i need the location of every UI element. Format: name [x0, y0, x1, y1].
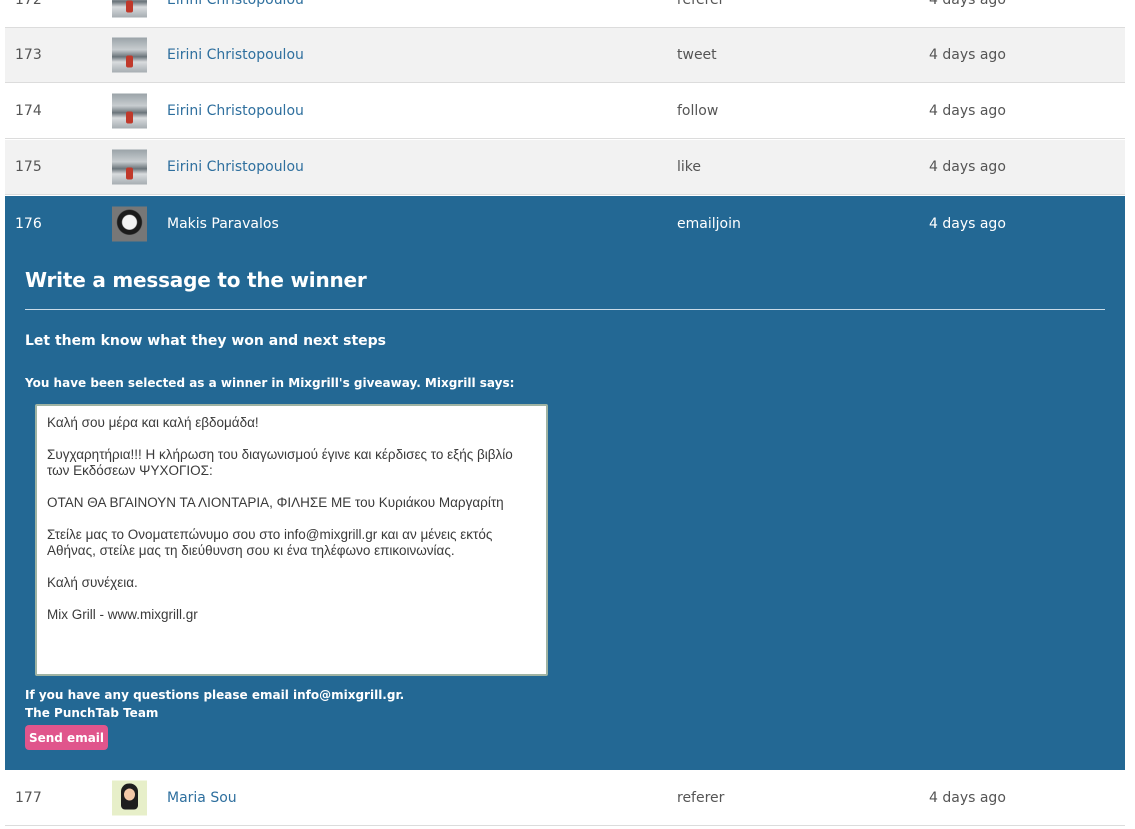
- message-line: Στείλε μας το Ονοματεπώνυμο σου στο info…: [47, 527, 493, 558]
- user-avatar: [112, 206, 147, 241]
- entry-time: 4 days ago: [929, 159, 1006, 175]
- table-row[interactable]: 175 Eirini Christopoulou like 4 days ago: [5, 140, 1125, 195]
- table-row[interactable]: 172 Eirini Christopoulou referer 4 days …: [5, 0, 1125, 28]
- message-line: Mix Grill - www.mixgrill.gr: [47, 607, 198, 622]
- user-name-link[interactable]: Eirini Christopoulou: [167, 47, 304, 63]
- entry-action: emailjoin: [677, 215, 741, 232]
- table-row-selected[interactable]: 176 Makis Paravalos emailjoin 4 days ago: [5, 196, 1125, 251]
- message-line: Συγχαρητήρια!!! Η κλήρωση του διαγωνισμο…: [47, 447, 513, 478]
- user-name-link[interactable]: Maria Sou: [167, 790, 237, 806]
- user-avatar: [112, 0, 147, 18]
- entry-action: like: [677, 159, 702, 175]
- user-avatar: [112, 780, 147, 816]
- message-line: Καλή σου μέρα και καλή εβδομάδα!: [47, 415, 259, 430]
- entry-number: 176: [15, 215, 42, 232]
- entry-number: 177: [15, 790, 42, 806]
- table-row[interactable]: 174 Eirini Christopoulou follow 4 days a…: [5, 84, 1125, 139]
- user-name-link[interactable]: Eirini Christopoulou: [167, 103, 304, 119]
- entry-time: 4 days ago: [929, 103, 1006, 119]
- entry-action: tweet: [677, 47, 717, 63]
- panel-subtitle: Let them know what they won and next ste…: [25, 333, 387, 349]
- entry-time: 4 days ago: [929, 47, 1006, 63]
- user-name-link[interactable]: Eirini Christopoulou: [167, 159, 304, 175]
- user-avatar: [112, 93, 147, 129]
- user-avatar: [112, 37, 147, 73]
- message-textarea[interactable]: Καλή σου μέρα και καλή εβδομάδα! Συγχαρη…: [35, 404, 548, 676]
- entry-time: 4 days ago: [929, 215, 1006, 232]
- user-avatar: [112, 149, 147, 185]
- entry-time: 4 days ago: [929, 0, 1006, 8]
- message-line: Καλή συνέχεια.: [47, 575, 138, 590]
- divider: [25, 309, 1105, 310]
- panel-title: Write a message to the winner: [25, 268, 367, 292]
- send-email-button[interactable]: Send email: [25, 725, 108, 750]
- entry-number: 175: [15, 159, 42, 175]
- entry-action: referer: [677, 790, 725, 806]
- entry-number: 172: [15, 0, 42, 8]
- table-row[interactable]: 177 Maria Sou referer 4 days ago: [5, 771, 1125, 826]
- selected-winner-panel: 176 Makis Paravalos emailjoin 4 days ago…: [5, 196, 1125, 770]
- user-name-link[interactable]: Eirini Christopoulou: [167, 0, 304, 8]
- footer-team: The PunchTab Team: [25, 706, 159, 720]
- message-intro: You have been selected as a winner in Mi…: [25, 376, 515, 390]
- footer-questions: If you have any questions please email i…: [25, 688, 405, 702]
- user-name-link[interactable]: Makis Paravalos: [167, 216, 279, 232]
- entry-action: referer: [677, 0, 725, 8]
- entry-time: 4 days ago: [929, 790, 1006, 806]
- table-row[interactable]: 173 Eirini Christopoulou tweet 4 days ag…: [5, 28, 1125, 83]
- entry-action: follow: [677, 103, 719, 119]
- entry-number: 173: [15, 47, 42, 63]
- message-line: ΟΤΑΝ ΘΑ ΒΓΑΙΝΟΥΝ ΤΑ ΛΙΟΝΤΑΡΙΑ, ΦΙΛΗΣΕ ΜΕ…: [47, 495, 504, 510]
- entry-number: 174: [15, 103, 42, 119]
